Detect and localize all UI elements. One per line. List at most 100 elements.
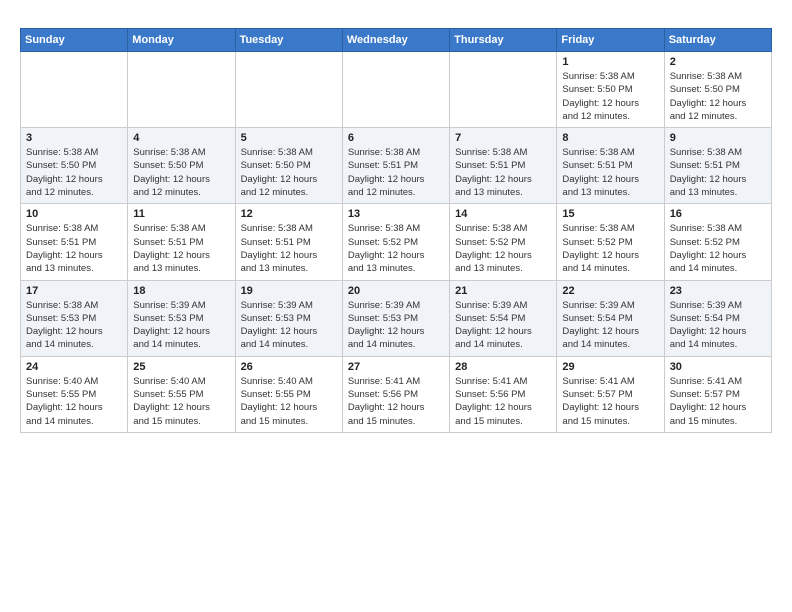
day-number: 28 [455,361,551,373]
day-info: Sunrise: 5:41 AMSunset: 5:57 PMDaylight:… [562,375,658,428]
day-number: 23 [670,285,766,297]
day-info: Sunrise: 5:39 AMSunset: 5:53 PMDaylight:… [348,299,444,352]
calendar-cell [128,52,235,128]
calendar-cell: 9 Sunrise: 5:38 AMSunset: 5:51 PMDaylight… [664,128,771,204]
day-number: 25 [133,361,229,373]
day-number: 3 [26,132,122,144]
calendar-body: 1 Sunrise: 5:38 AMSunset: 5:50 PMDaylight… [21,52,772,433]
day-number: 18 [133,285,229,297]
day-info: Sunrise: 5:38 AMSunset: 5:51 PMDaylight:… [26,222,122,275]
calendar-cell: 27Sunrise: 5:41 AMSunset: 5:56 PMDayligh… [342,356,449,432]
weekday-header: Thursday [450,29,557,52]
day-number: 15 [562,208,658,220]
calendar-week: 24 Sunrise: 5:40 AMSunset: 5:55 PMDayligh… [21,356,772,432]
day-number: 30 [670,361,766,373]
calendar-week: 17Sunrise: 5:38 AMSunset: 5:53 PMDayligh… [21,280,772,356]
calendar-cell: 16 Sunrise: 5:38 AMSunset: 5:52 PMDayligh… [664,204,771,280]
weekday-row: SundayMondayTuesdayWednesdayThursdayFrid… [21,29,772,52]
calendar-cell: 20 Sunrise: 5:39 AMSunset: 5:53 PMDayligh… [342,280,449,356]
day-number: 20 [348,285,444,297]
day-number: 14 [455,208,551,220]
day-number: 11 [133,208,229,220]
weekday-header: Sunday [21,29,128,52]
day-info: Sunrise: 5:41 AMSunset: 5:56 PMDaylight:… [348,375,444,428]
day-info: Sunrise: 5:40 AMSunset: 5:55 PMDaylight:… [26,375,122,428]
day-number: 17 [26,285,122,297]
calendar-week: 1 Sunrise: 5:38 AMSunset: 5:50 PMDaylight… [21,52,772,128]
calendar-header: SundayMondayTuesdayWednesdayThursdayFrid… [21,29,772,52]
calendar-cell: 28 Sunrise: 5:41 AMSunset: 5:56 PMDayligh… [450,356,557,432]
day-info: Sunrise: 5:39 AMSunset: 5:54 PMDaylight:… [670,299,766,352]
day-info: Sunrise: 5:38 AMSunset: 5:52 PMDaylight:… [455,222,551,275]
calendar-cell [342,52,449,128]
day-info: Sunrise: 5:38 AMSunset: 5:51 PMDaylight:… [455,146,551,199]
calendar-cell [235,52,342,128]
calendar-cell: 7 Sunrise: 5:38 AMSunset: 5:51 PMDaylight… [450,128,557,204]
calendar-cell [21,52,128,128]
day-info: Sunrise: 5:38 AMSunset: 5:50 PMDaylight:… [133,146,229,199]
day-number: 4 [133,132,229,144]
calendar-cell: 29 Sunrise: 5:41 AMSunset: 5:57 PMDayligh… [557,356,664,432]
day-info: Sunrise: 5:40 AMSunset: 5:55 PMDaylight:… [133,375,229,428]
day-info: Sunrise: 5:39 AMSunset: 5:54 PMDaylight:… [455,299,551,352]
day-number: 22 [562,285,658,297]
day-number: 16 [670,208,766,220]
weekday-header: Wednesday [342,29,449,52]
day-number: 10 [26,208,122,220]
calendar-cell: 14 Sunrise: 5:38 AMSunset: 5:52 PMDayligh… [450,204,557,280]
calendar-table: SundayMondayTuesdayWednesdayThursdayFrid… [20,28,772,433]
weekday-header: Monday [128,29,235,52]
day-info: Sunrise: 5:38 AMSunset: 5:50 PMDaylight:… [670,70,766,123]
calendar-cell: 21 Sunrise: 5:39 AMSunset: 5:54 PMDayligh… [450,280,557,356]
day-number: 7 [455,132,551,144]
calendar-cell: 25 Sunrise: 5:40 AMSunset: 5:55 PMDayligh… [128,356,235,432]
calendar-cell: 5Sunrise: 5:38 AMSunset: 5:50 PMDaylight… [235,128,342,204]
weekday-header: Friday [557,29,664,52]
day-info: Sunrise: 5:38 AMSunset: 5:51 PMDaylight:… [562,146,658,199]
day-number: 6 [348,132,444,144]
day-number: 9 [670,132,766,144]
day-number: 1 [562,56,658,68]
day-number: 2 [670,56,766,68]
day-info: Sunrise: 5:39 AMSunset: 5:54 PMDaylight:… [562,299,658,352]
day-info: Sunrise: 5:38 AMSunset: 5:51 PMDaylight:… [348,146,444,199]
calendar-week: 10 Sunrise: 5:38 AMSunset: 5:51 PMDayligh… [21,204,772,280]
calendar-cell: 4 Sunrise: 5:38 AMSunset: 5:50 PMDaylight… [128,128,235,204]
day-info: Sunrise: 5:38 AMSunset: 5:52 PMDaylight:… [670,222,766,275]
calendar-cell: 1Sunrise: 5:38 AMSunset: 5:50 PMDaylight… [557,52,664,128]
calendar-cell: 22 Sunrise: 5:39 AMSunset: 5:54 PMDayligh… [557,280,664,356]
day-info: Sunrise: 5:38 AMSunset: 5:52 PMDaylight:… [348,222,444,275]
calendar-cell: 17Sunrise: 5:38 AMSunset: 5:53 PMDayligh… [21,280,128,356]
calendar-cell: 26 Sunrise: 5:40 AMSunset: 5:55 PMDayligh… [235,356,342,432]
header: General Blue [20,16,772,18]
weekday-header: Saturday [664,29,771,52]
day-number: 24 [26,361,122,373]
calendar-week: 3 Sunrise: 5:38 AMSunset: 5:50 PMDaylight… [21,128,772,204]
calendar-cell: 12Sunrise: 5:38 AMSunset: 5:51 PMDayligh… [235,204,342,280]
day-number: 21 [455,285,551,297]
day-info: Sunrise: 5:39 AMSunset: 5:53 PMDaylight:… [241,299,337,352]
day-info: Sunrise: 5:38 AMSunset: 5:51 PMDaylight:… [133,222,229,275]
calendar-cell: 24 Sunrise: 5:40 AMSunset: 5:55 PMDayligh… [21,356,128,432]
day-info: Sunrise: 5:41 AMSunset: 5:57 PMDaylight:… [670,375,766,428]
day-number: 8 [562,132,658,144]
day-number: 12 [241,208,337,220]
page: General Blue SundayMondayTuesdayWednesda… [0,0,792,612]
weekday-header: Tuesday [235,29,342,52]
calendar-cell: 30 Sunrise: 5:41 AMSunset: 5:57 PMDayligh… [664,356,771,432]
day-number: 29 [562,361,658,373]
calendar-cell [450,52,557,128]
calendar-cell: 13 Sunrise: 5:38 AMSunset: 5:52 PMDayligh… [342,204,449,280]
day-info: Sunrise: 5:38 AMSunset: 5:51 PMDaylight:… [670,146,766,199]
day-info: Sunrise: 5:38 AMSunset: 5:52 PMDaylight:… [562,222,658,275]
day-number: 5 [241,132,337,144]
calendar-cell: 10 Sunrise: 5:38 AMSunset: 5:51 PMDayligh… [21,204,128,280]
day-info: Sunrise: 5:41 AMSunset: 5:56 PMDaylight:… [455,375,551,428]
calendar-cell: 8 Sunrise: 5:38 AMSunset: 5:51 PMDaylight… [557,128,664,204]
day-info: Sunrise: 5:40 AMSunset: 5:55 PMDaylight:… [241,375,337,428]
day-number: 13 [348,208,444,220]
calendar-cell: 15 Sunrise: 5:38 AMSunset: 5:52 PMDayligh… [557,204,664,280]
calendar-cell: 18Sunrise: 5:39 AMSunset: 5:53 PMDayligh… [128,280,235,356]
day-info: Sunrise: 5:38 AMSunset: 5:50 PMDaylight:… [26,146,122,199]
day-number: 26 [241,361,337,373]
